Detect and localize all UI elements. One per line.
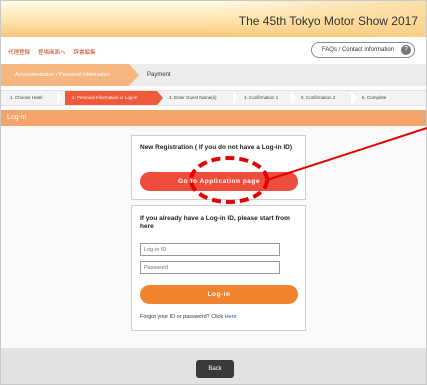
password-input[interactable] xyxy=(140,261,280,274)
sub-link-dictionary[interactable]: 辞書編集 xyxy=(74,48,96,56)
login-panel: If you already have a Log-in ID, please … xyxy=(131,205,306,331)
step-6: 6. Complete xyxy=(362,95,387,100)
back-button[interactable]: Back xyxy=(196,360,234,378)
step-5: 5. Confirmation 2 xyxy=(301,95,336,100)
step-separator xyxy=(233,91,239,105)
faq-label: FAQs / Contact information xyxy=(321,47,394,53)
registration-title: New Registration ( If you do not have a … xyxy=(140,144,293,151)
step-2-active: 2. Personal Information or Log-in xyxy=(72,95,138,100)
tab-accommodation[interactable]: Accommodation / Personal Information xyxy=(1,64,139,86)
banner-title: The 45th Tokyo Motor Show 2017 xyxy=(238,14,418,28)
go-to-application-button[interactable]: Go to Application page xyxy=(140,172,298,191)
step-4: 4. Confirmation 1 xyxy=(244,95,279,100)
step-separator xyxy=(291,91,297,105)
tab-bar: Accommodation / Personal Information Pay… xyxy=(1,64,426,86)
tab-payment[interactable]: Payment xyxy=(147,64,171,86)
login-id-input[interactable] xyxy=(140,243,280,256)
sub-links: 代理登録 登場画面へ 辞書編集 xyxy=(8,48,96,56)
login-title: If you already have a Log-in ID, please … xyxy=(140,215,290,230)
faq-contact-button[interactable]: FAQs / Contact information ? xyxy=(310,42,415,58)
step-3: 3. Enter Guest Name(s) xyxy=(169,95,217,100)
forgot-credentials: Forgot your ID or password? Click Here xyxy=(140,314,237,320)
sub-link-screen[interactable]: 登場画面へ xyxy=(38,48,66,56)
forgot-here-link[interactable]: Here xyxy=(225,314,237,320)
question-icon: ? xyxy=(401,45,411,55)
new-registration-panel: New Registration ( If you do not have a … xyxy=(131,135,306,200)
forgot-text: Forgot your ID or password? Click xyxy=(140,314,224,320)
step-1: 1. Choose Hotel xyxy=(10,95,43,100)
login-button[interactable]: Log-in xyxy=(140,285,298,304)
top-banner: The 45th Tokyo Motor Show 2017 xyxy=(1,1,426,37)
step-separator xyxy=(57,91,63,105)
step-separator xyxy=(351,91,357,105)
sub-link-proxy[interactable]: 代理登録 xyxy=(8,48,30,56)
section-header: Log-in xyxy=(1,110,426,126)
progress-steps: 1. Choose Hotel 2. Personal Information … xyxy=(1,90,426,106)
